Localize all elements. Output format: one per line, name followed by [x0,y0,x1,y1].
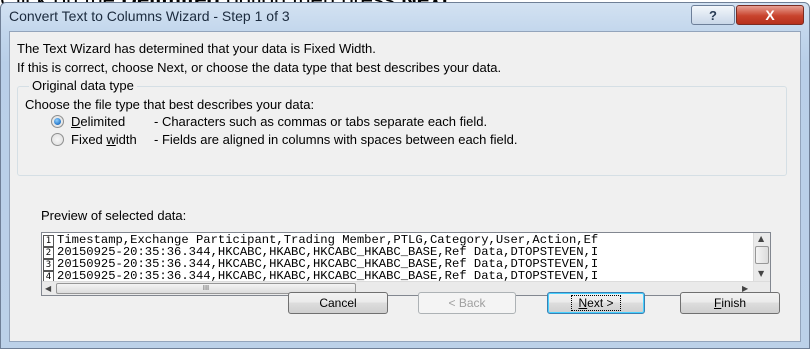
back-button[interactable]: < Back [418,292,516,314]
scroll-up-arrow-icon[interactable]: ▲ [758,234,764,243]
row-number-column: 1 2 3 4 [42,233,55,283]
vertical-scrollbar[interactable]: ▲ ▼ [753,233,770,281]
radio-delimited-desc: - Characters such as commas or tabs sepa… [154,114,488,129]
cancel-button[interactable]: Cancel [288,292,388,314]
radio-delimited-button[interactable] [51,115,64,128]
scroll-left-arrow-icon[interactable]: ◀ [45,284,51,293]
row-number: 1 [43,235,54,247]
radio-delimited-label[interactable]: Delimited [71,114,125,129]
finish-button[interactable]: Finish [680,292,780,314]
close-button[interactable]: X [736,5,804,25]
scroll-down-arrow-icon[interactable]: ▼ [758,269,764,278]
radio-fixed-width-button[interactable] [51,133,64,146]
preview-line: 20150925-20:35:36.344,HKCABC,HKABC,HKCAB… [57,258,599,270]
intro-line-2: If this is correct, choose Next, or choo… [17,60,502,75]
finish-button-label: Finish [713,296,747,310]
row-number: 3 [43,259,54,271]
row-number: 2 [43,247,54,259]
group-legend: Original data type [29,78,137,93]
title-bar[interactable]: Convert Text to Columns Wizard - Step 1 … [1,3,809,31]
help-button[interactable]: ? [691,5,735,25]
data-preview-box[interactable]: 1 2 3 4 Timestamp,Exchange Participant,T… [41,232,771,296]
file-type-prompt: Choose the file type that best describes… [25,97,315,112]
preview-label: Preview of selected data: [41,208,187,223]
preview-line: Timestamp,Exchange Participant,Trading M… [57,234,599,246]
horizontal-scrollbar[interactable]: ◀ III ▶ [42,281,770,295]
radio-fixed-width-desc: - Fields are aligned in columns with spa… [154,132,518,147]
next-button-label: Next > [571,295,621,311]
wizard-dialog: Convert Text to Columns Wizard - Step 1 … [0,2,810,349]
preview-line: 20150925-20:35:36.344,HKCABC,HKABC,HKCAB… [57,246,599,258]
dialog-title: Convert Text to Columns Wizard - Step 1 … [9,8,290,24]
intro-line-1: The Text Wizard has determined that your… [17,41,376,56]
vertical-scroll-thumb[interactable] [755,246,769,264]
next-button[interactable]: Next > [547,292,645,314]
radio-fixed-width-label[interactable]: Fixed width [71,132,137,147]
